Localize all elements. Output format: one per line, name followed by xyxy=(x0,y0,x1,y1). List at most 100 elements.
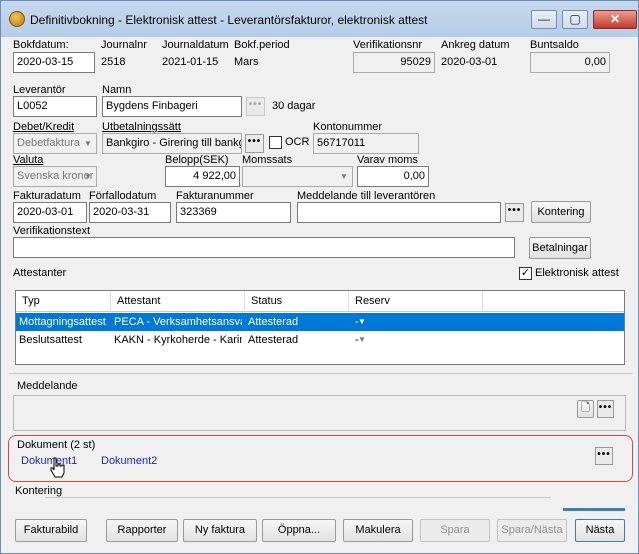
belopp-field[interactable]: 4 922,00 xyxy=(165,166,240,187)
debetkredit-select[interactable]: Debetfaktura ▼ xyxy=(13,133,97,154)
utbetalningssatt-lookup-button[interactable]: ••• xyxy=(245,134,264,153)
kontering-divider xyxy=(45,497,551,498)
journaldatum-value: 2021-01-15 xyxy=(162,56,219,68)
cell-status: Attesterad xyxy=(248,316,299,328)
dokument-more-button[interactable]: ••• xyxy=(595,447,613,465)
chevron-down-icon: ▼ xyxy=(84,172,92,181)
kontonummer-label: Kontonummer xyxy=(313,121,383,133)
namn-lookup-button[interactable]: ••• xyxy=(246,97,265,116)
buntsaldo-field: 0,00 xyxy=(530,52,610,73)
ankreg-value: 2020-03-01 xyxy=(441,56,498,68)
fakturabild-button[interactable]: Fakturabild xyxy=(15,519,87,542)
section-divider xyxy=(9,373,633,374)
verifikationstext-label: Verifikationstext xyxy=(13,225,91,237)
ocr-checkbox[interactable] xyxy=(269,136,282,149)
main-window: Definitivbokning - Elektronisk attest - … xyxy=(0,0,639,554)
app-logo-icon xyxy=(9,11,25,27)
window-title: Definitivbokning - Elektronisk attest - … xyxy=(30,13,428,27)
chevron-down-icon: ▼ xyxy=(340,172,348,181)
attestanter-label: Attestanter xyxy=(13,267,67,279)
scroll-indicator xyxy=(563,508,625,511)
column-header-attestant[interactable]: Attestant xyxy=(111,291,245,312)
belopp-label: Belopp(SEK) xyxy=(165,154,229,166)
meddelande-panel[interactable] xyxy=(13,395,626,431)
kontering-button[interactable]: Kontering xyxy=(531,201,591,223)
table-row[interactable]: Beslutsattest KAKN - Kyrkoherde - Karin … xyxy=(16,331,624,349)
column-header-reserv[interactable]: Reserv xyxy=(349,291,483,312)
journaldatum-label: Journaldatum xyxy=(162,39,229,51)
journalnr-value: 2518 xyxy=(101,56,126,68)
meddelande-lev-label: Meddelande till leverantören xyxy=(297,190,436,202)
attest-grid: Typ Attestant Status Reserv Mottagningsa… xyxy=(15,290,625,365)
varavmoms-label: Varav moms xyxy=(357,154,418,166)
kontering-label: Kontering xyxy=(15,485,63,497)
meddelande-label: Meddelande xyxy=(17,380,78,392)
hand-cursor-icon xyxy=(50,457,65,478)
valuta-label: Valuta xyxy=(13,154,44,166)
fakturadatum-label: Fakturadatum xyxy=(13,190,81,202)
nasta-button[interactable]: Nästa xyxy=(575,519,625,542)
leverantor-field[interactable]: L0052 xyxy=(13,96,97,117)
meddelande-more-button[interactable]: ••• xyxy=(597,400,614,418)
oppna-button[interactable]: Öppna... xyxy=(262,519,336,542)
verifikationstext-field[interactable] xyxy=(13,237,515,258)
verifikationsnr-label: Verifikationsnr xyxy=(353,39,423,51)
ny-faktura-button[interactable]: Ny faktura xyxy=(183,519,257,542)
utbetalningssatt-field[interactable]: Bankgiro - Girering till bankgiro xyxy=(102,133,242,154)
verifikationsnr-field: 95029 xyxy=(353,52,435,73)
meddelande-lev-field[interactable] xyxy=(297,202,501,223)
dokument-label: Dokument (2 st) xyxy=(17,439,96,451)
chevron-down-icon[interactable]: ▼ xyxy=(354,313,370,331)
namn-field[interactable]: Bygdens Finbageri xyxy=(102,96,242,117)
fakturanummer-field[interactable]: 323369 xyxy=(176,202,291,223)
forfallodatum-field[interactable]: 2020-03-31 xyxy=(89,202,171,223)
payment-terms: 30 dagar xyxy=(272,100,316,112)
new-document-icon[interactable]: 🗋 xyxy=(577,400,594,418)
makulera-button[interactable]: Makulera xyxy=(343,519,413,542)
journalnr-label: Journalnr xyxy=(101,39,147,51)
debetkredit-label: Debet/Kredit xyxy=(13,121,75,133)
elektronisk-attest-label: Elektronisk attest xyxy=(535,267,619,279)
buntsaldo-label: Buntsaldo xyxy=(530,39,579,51)
forfallodatum-label: Förfallodatum xyxy=(89,190,157,202)
column-header-status[interactable]: Status xyxy=(245,291,349,312)
spara-nasta-button[interactable]: Spara/Nästa xyxy=(497,519,567,542)
bokfperiod-label: Bokf.period xyxy=(234,39,290,51)
debetkredit-value: Debetfaktura xyxy=(17,137,80,149)
kontonummer-field: 56717011 xyxy=(313,133,419,154)
title-bar[interactable]: Definitivbokning - Elektronisk attest - … xyxy=(1,1,638,37)
chevron-down-icon: ▼ xyxy=(84,139,92,148)
cell-typ: Beslutsattest xyxy=(19,334,82,346)
dokument-link-2[interactable]: Dokument2 xyxy=(101,455,157,467)
ocr-label: OCR xyxy=(285,136,310,148)
elektronisk-attest-checkbox[interactable]: ✓ xyxy=(519,267,532,280)
bokfdatum-field[interactable]: 2020-03-15 xyxy=(13,52,95,73)
rapporter-button[interactable]: Rapporter xyxy=(106,519,178,542)
varavmoms-field[interactable]: 0,00 xyxy=(357,166,429,187)
namn-label: Namn xyxy=(102,84,132,96)
fakturanummer-label: Fakturanummer xyxy=(176,190,254,202)
spara-button[interactable]: Spara xyxy=(420,519,490,542)
momssats-select[interactable]: ▼ xyxy=(242,166,353,187)
cell-typ: Mottagningsattest xyxy=(19,316,106,328)
utbetalningssatt-label: Utbetalningssätt xyxy=(102,121,181,133)
close-button[interactable]: ✕ xyxy=(593,10,637,29)
column-header-typ[interactable]: Typ xyxy=(16,291,111,312)
cell-attestant: PECA - Verksamhetsansvarig xyxy=(114,316,242,328)
chevron-down-icon[interactable]: ▼ xyxy=(354,331,370,349)
bokfperiod-value: Mars xyxy=(234,56,259,68)
bokfdatum-label: Bokfdatum: xyxy=(13,39,69,51)
table-row[interactable]: Mottagningsattest PECA - Verksamhetsansv… xyxy=(16,313,624,331)
meddelande-lev-lookup-button[interactable]: ••• xyxy=(505,203,524,222)
leverantor-label: Leverantör xyxy=(13,84,66,96)
attest-grid-header: Typ Attestant Status Reserv xyxy=(16,291,624,312)
maximize-button[interactable]: ▢ xyxy=(562,10,588,29)
betalningar-button[interactable]: Betalningar xyxy=(529,237,591,259)
fakturadatum-field[interactable]: 2020-03-01 xyxy=(13,202,87,223)
cell-status: Attesterad xyxy=(248,334,299,346)
valuta-select[interactable]: Svenska kronor ▼ xyxy=(13,166,97,187)
cell-attestant: KAKN - Kyrkoherde - Karin xyxy=(114,334,242,346)
ankreg-label: Ankreg datum xyxy=(441,39,510,51)
momssats-label: Momssats xyxy=(242,154,293,166)
minimize-button[interactable]: — xyxy=(531,10,557,29)
